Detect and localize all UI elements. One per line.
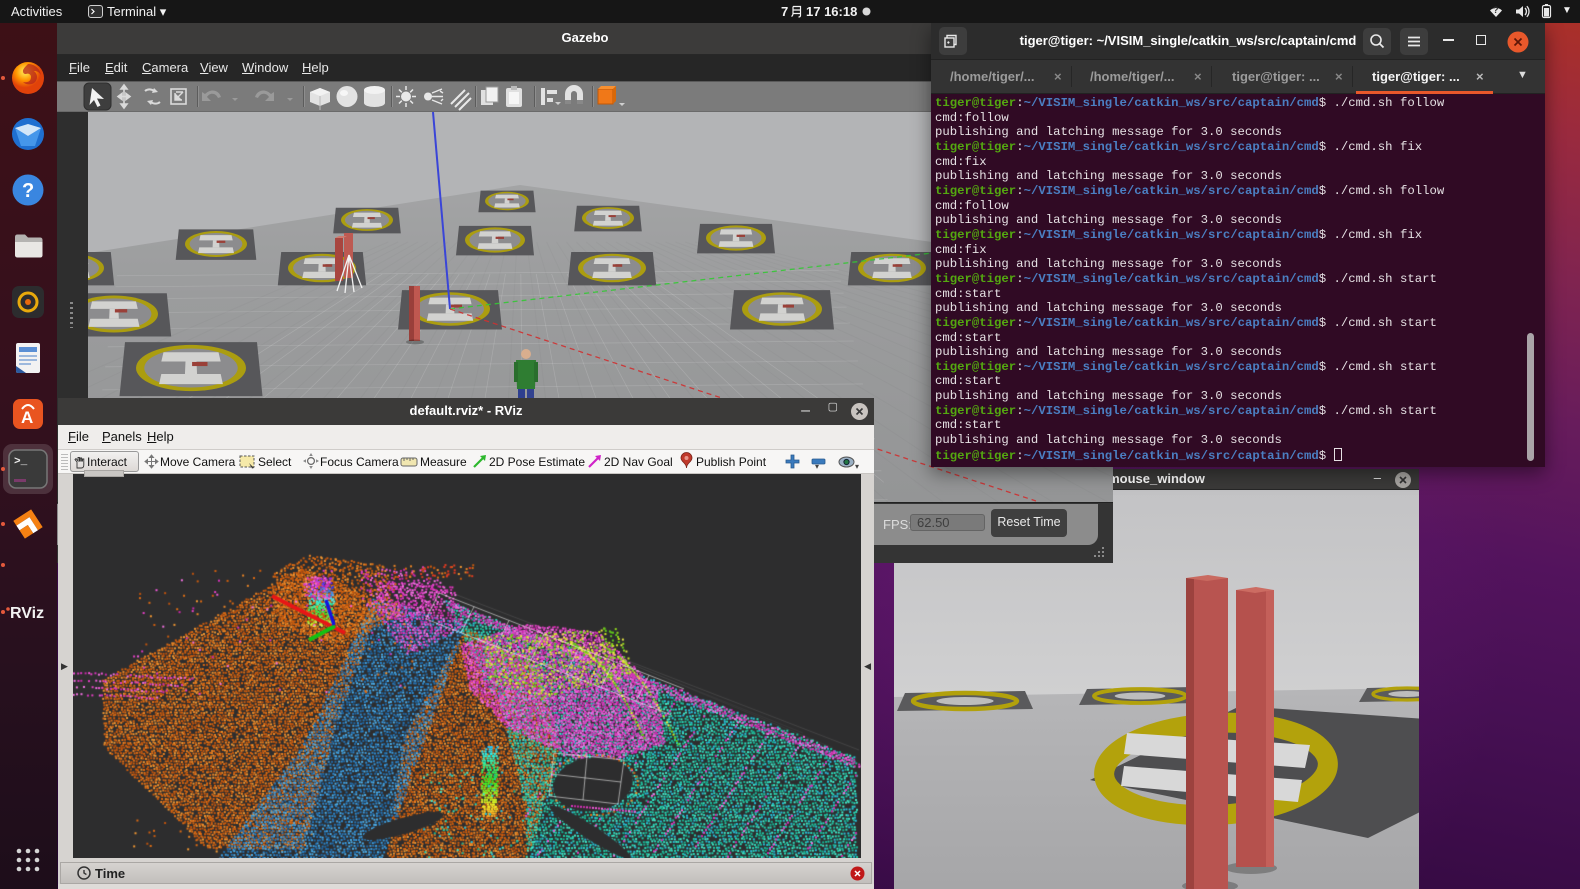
svg-text:RViz: RViz <box>10 605 44 622</box>
svg-text:?: ? <box>1493 5 1499 15</box>
svg-text:A: A <box>21 408 33 427</box>
svg-text:?: ? <box>22 180 34 202</box>
svg-text:>_: >_ <box>14 456 28 468</box>
